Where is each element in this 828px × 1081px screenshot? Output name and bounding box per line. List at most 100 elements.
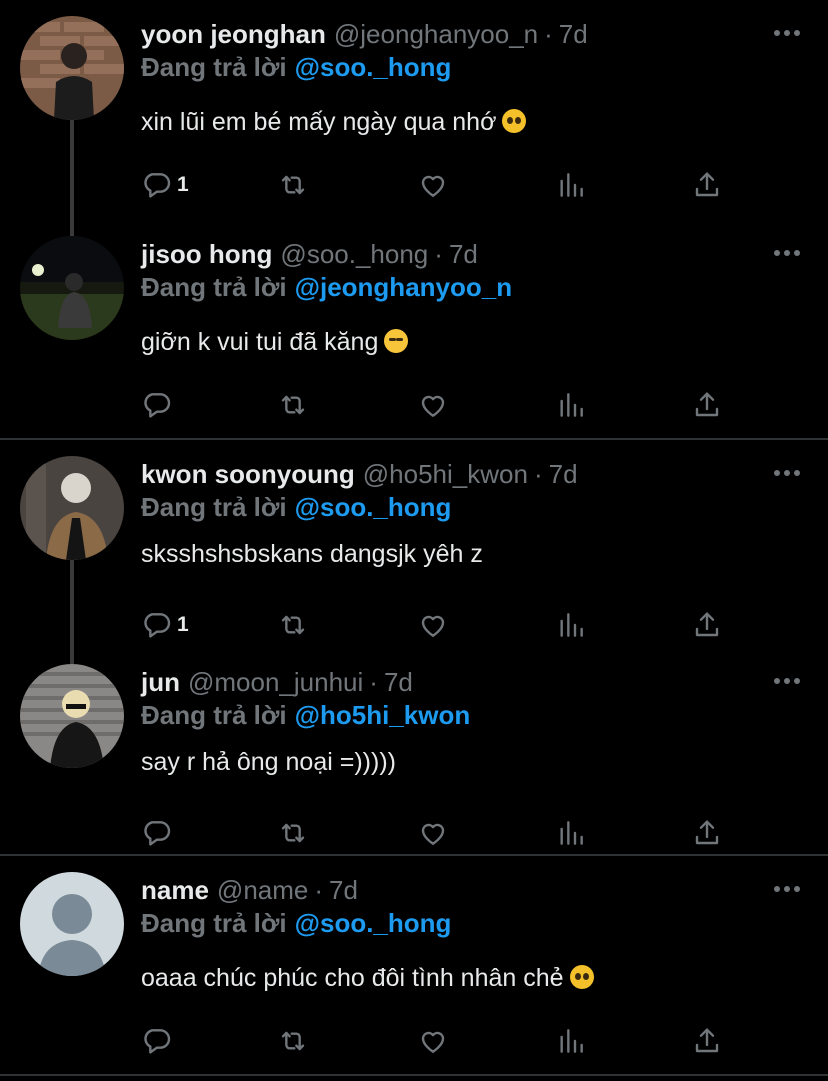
share-button[interactable]: [691, 816, 723, 850]
retweet-button[interactable]: [277, 168, 309, 202]
timestamp[interactable]: 7d: [559, 19, 588, 50]
reply-mention[interactable]: @soo._hong: [295, 52, 452, 82]
tweet-body: oaaa chúc phúc cho đôi tình nhân chẻ: [141, 964, 564, 992]
reply-prefix: Đang trả lời: [141, 492, 287, 522]
like-button[interactable]: [417, 388, 449, 422]
display-name[interactable]: jisoo hong: [141, 239, 272, 270]
tweet[interactable]: jun @moon_junhui · 7d Đang trả lời @ho5hi…: [0, 664, 828, 864]
reply-mention[interactable]: @soo._hong: [295, 908, 452, 938]
retweet-button[interactable]: [277, 816, 309, 850]
retweet-icon: [277, 169, 309, 201]
stats-icon: [555, 169, 587, 201]
more-options-icon[interactable]: [774, 250, 800, 258]
more-options-icon[interactable]: [774, 470, 800, 478]
retweet-icon: [277, 389, 309, 421]
avatar[interactable]: [20, 872, 124, 976]
tweet[interactable]: name @name · 7d Đang trả lời @soo._hong o…: [0, 872, 828, 1072]
user-handle[interactable]: @name: [217, 875, 308, 906]
reply-count: 1: [177, 173, 189, 196]
tweet-text: xin lũi em bé mấy ngày qua nhớ: [141, 108, 527, 137]
reply-prefix: Đang trả lời: [141, 908, 287, 938]
like-button[interactable]: [417, 816, 449, 850]
reply-button[interactable]: 1: [141, 168, 189, 202]
display-name[interactable]: yoon jeonghan: [141, 19, 326, 50]
reply-mention[interactable]: @ho5hi_kwon: [295, 700, 471, 730]
tweet[interactable]: yoon jeonghan @jeonghanyoo_n · 7d Đang t…: [0, 16, 828, 216]
separator-dot: ·: [369, 666, 378, 697]
reply-icon: [141, 1025, 173, 1057]
analytics-button[interactable]: [555, 388, 587, 422]
more-options-icon[interactable]: [774, 678, 800, 686]
retweet-icon: [277, 1025, 309, 1057]
tweet[interactable]: kwon soonyoung @ho5hi_kwon · 7d Đang trả…: [0, 456, 828, 656]
display-name[interactable]: kwon soonyoung: [141, 459, 355, 490]
crying-face-icon: [384, 329, 409, 353]
avatar[interactable]: [20, 236, 124, 340]
tweet[interactable]: jisoo hong @soo._hong · 7d Đang trả lời @…: [0, 236, 828, 436]
share-icon: [691, 609, 723, 641]
reply-mention[interactable]: @soo._hong: [295, 492, 452, 522]
tweet-body: giỡn k vui tui đã kăng: [141, 328, 379, 356]
separator-dot: ·: [544, 18, 553, 49]
reply-count: 1: [177, 613, 189, 636]
share-icon: [691, 1025, 723, 1057]
retweet-icon: [277, 609, 309, 641]
retweet-button[interactable]: [277, 608, 309, 642]
tweet-body: sksshshsbskans dangsjk yêh z: [141, 540, 483, 568]
reply-icon: [141, 817, 173, 849]
like-button[interactable]: [417, 608, 449, 642]
share-button[interactable]: [691, 388, 723, 422]
reply-button[interactable]: [141, 816, 177, 850]
separator-dot: ·: [533, 458, 543, 489]
tweet-body: say r hả ông noại =))))): [141, 748, 396, 776]
reply-button[interactable]: [141, 388, 177, 422]
thread-divider: [0, 438, 828, 440]
reply-icon: [141, 609, 173, 641]
display-name[interactable]: jun: [141, 667, 180, 698]
reply-button[interactable]: [141, 1024, 177, 1058]
thread-divider: [0, 854, 828, 856]
replying-to: Đang trả lời @jeonghanyoo_n: [141, 272, 512, 303]
more-options-icon[interactable]: [774, 886, 800, 894]
tweet-body: xin lũi em bé mấy ngày qua nhớ: [141, 108, 497, 136]
retweet-button[interactable]: [277, 1024, 309, 1058]
like-button[interactable]: [417, 168, 449, 202]
reply-prefix: Đang trả lời: [141, 272, 287, 302]
reply-button[interactable]: 1: [141, 608, 189, 642]
like-button[interactable]: [417, 1024, 449, 1058]
user-handle[interactable]: @soo._hong: [280, 239, 428, 270]
user-handle[interactable]: @jeonghanyoo_n: [334, 19, 538, 50]
user-handle[interactable]: @moon_junhui: [188, 667, 363, 698]
heart-icon: [417, 169, 449, 201]
timestamp[interactable]: 7d: [329, 875, 358, 906]
display-name[interactable]: name: [141, 875, 209, 906]
timestamp[interactable]: 7d: [384, 667, 413, 698]
separator-dot: ·: [314, 874, 324, 905]
reply-icon: [141, 169, 173, 201]
analytics-button[interactable]: [555, 1024, 587, 1058]
retweet-icon: [277, 817, 309, 849]
heart-icon: [417, 609, 449, 641]
analytics-button[interactable]: [555, 816, 587, 850]
timestamp[interactable]: 7d: [549, 459, 578, 490]
retweet-button[interactable]: [277, 388, 309, 422]
share-button[interactable]: [691, 1024, 723, 1058]
avatar[interactable]: [20, 16, 124, 120]
replying-to: Đang trả lời @soo._hong: [141, 52, 451, 83]
thread-divider: [0, 1074, 828, 1076]
avatar[interactable]: [20, 664, 124, 768]
stats-icon: [555, 609, 587, 641]
share-icon: [691, 817, 723, 849]
avatar[interactable]: [20, 456, 124, 560]
analytics-button[interactable]: [555, 168, 587, 202]
tweet-text: oaaa chúc phúc cho đôi tình nhân chẻ: [141, 964, 594, 993]
analytics-button[interactable]: [555, 608, 587, 642]
share-button[interactable]: [691, 608, 723, 642]
replying-to: Đang trả lời @soo._hong: [141, 492, 451, 523]
timestamp[interactable]: 7d: [449, 239, 478, 270]
more-options-icon[interactable]: [774, 30, 800, 38]
user-handle[interactable]: @ho5hi_kwon: [363, 459, 528, 490]
share-button[interactable]: [691, 168, 723, 202]
reply-mention[interactable]: @jeonghanyoo_n: [295, 272, 512, 302]
replying-to: Đang trả lời @ho5hi_kwon: [141, 700, 470, 731]
